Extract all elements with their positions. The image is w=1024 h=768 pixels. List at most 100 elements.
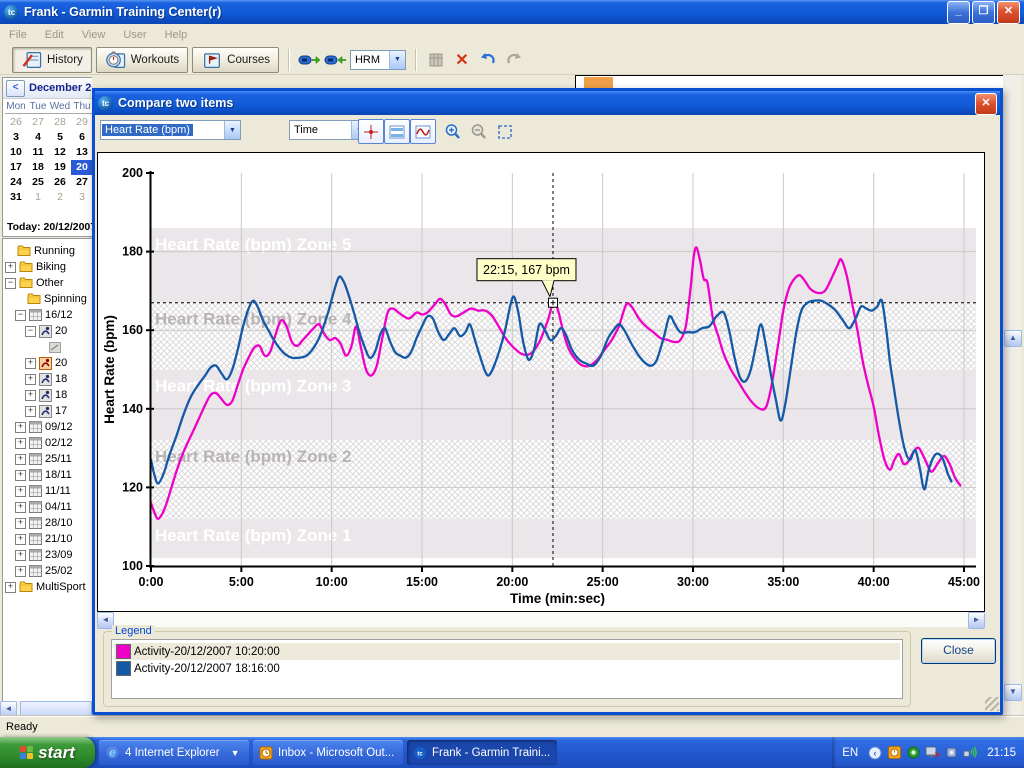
offline-monitor-icon[interactable]: ✕ <box>925 746 939 760</box>
tree-item-18-11[interactable]: +18/11 <box>3 467 92 483</box>
restore-button[interactable]: ❐ <box>972 1 995 24</box>
calendar-day-cell[interactable]: 3 <box>5 130 27 145</box>
calendar-day-cell[interactable]: 13 <box>71 145 92 160</box>
tree-item-16-12[interactable]: −16/12 <box>3 307 92 323</box>
tree-item-spinning[interactable]: Spinning <box>3 291 92 307</box>
expand-icon[interactable]: + <box>15 534 26 545</box>
scroll-up-icon[interactable]: ▲ <box>1004 330 1022 347</box>
expand-icon[interactable]: + <box>15 422 26 433</box>
calendar-day-cell[interactable]: 1 <box>27 190 49 205</box>
expand-icon[interactable]: + <box>25 374 36 385</box>
receive-from-device-button[interactable] <box>324 49 346 71</box>
tree-item-20[interactable]: +20 <box>3 355 92 371</box>
courses-button[interactable]: Courses <box>192 47 279 73</box>
tree-item-04-11[interactable]: +04/11 <box>3 499 92 515</box>
calendar-day-cell[interactable]: 25 <box>27 175 49 190</box>
menu-item-help[interactable]: Help <box>156 27 197 43</box>
crosshair-toggle-button[interactable] <box>358 119 384 144</box>
calendar-day-cell[interactable]: 3 <box>71 190 92 205</box>
calendar-prev-button[interactable]: < <box>6 80 25 97</box>
send-to-device-button[interactable] <box>298 49 320 71</box>
collapse-icon[interactable]: − <box>25 326 36 337</box>
zoom-in-button[interactable] <box>440 119 466 144</box>
expand-icon[interactable]: + <box>5 582 16 593</box>
hide-icons-icon[interactable]: ‹ <box>868 746 882 760</box>
tree-item-18[interactable]: +18 <box>3 371 92 387</box>
task-button-gtc[interactable]: tcFrank - Garmin Traini... <box>407 740 557 765</box>
expand-icon[interactable]: + <box>25 390 36 401</box>
tree-item-21-10[interactable]: +21/10 <box>3 531 92 547</box>
expand-icon[interactable]: + <box>15 518 26 529</box>
zoom-reset-button[interactable] <box>492 119 518 144</box>
gtc-tray-icon[interactable] <box>906 746 920 760</box>
calendar-day-cell[interactable]: 4 <box>27 130 49 145</box>
close-button[interactable]: ✕ <box>997 1 1020 24</box>
tree-item-25-11[interactable]: +25/11 <box>3 451 92 467</box>
tree-item-biking[interactable]: +Biking <box>3 259 92 275</box>
expand-icon[interactable]: + <box>15 470 26 481</box>
calendar-day-cell[interactable]: 31 <box>5 190 27 205</box>
calendar-day-cell[interactable]: 28 <box>49 115 71 130</box>
tree-item-multisport[interactable]: +MultiSport <box>3 579 92 595</box>
calendar-day-cell[interactable]: 29 <box>71 115 92 130</box>
calendar-day-cell[interactable]: 27 <box>71 175 92 190</box>
calendar-day-cell[interactable]: 19 <box>49 160 71 175</box>
calendar-day-cell[interactable]: 11 <box>27 145 49 160</box>
outlook-reminder-icon[interactable] <box>887 746 901 760</box>
collapse-icon[interactable]: − <box>15 310 26 321</box>
expand-icon[interactable]: + <box>15 502 26 513</box>
collapse-icon[interactable]: − <box>5 278 16 289</box>
task-button-outlook[interactable]: Inbox - Microsoft Out... <box>253 740 403 765</box>
expand-icon[interactable]: + <box>15 438 26 449</box>
tree-item-25-02[interactable]: +25/02 <box>3 563 92 579</box>
tree-item-09-12[interactable]: +09/12 <box>3 419 92 435</box>
tree-item[interactable] <box>3 339 92 355</box>
calendar-day-cell[interactable]: 17 <box>5 160 27 175</box>
legend-item[interactable]: Activity-20/12/2007 18:16:00 <box>114 660 900 677</box>
tree-item-28-10[interactable]: +28/10 <box>3 515 92 531</box>
expand-icon[interactable]: + <box>5 262 16 273</box>
language-indicator[interactable]: EN <box>842 747 858 759</box>
field-dropdown[interactable]: Heart Rate (bpm) ▼ <box>100 120 241 140</box>
tree-item-17[interactable]: +17 <box>3 403 92 419</box>
menu-item-edit[interactable]: Edit <box>36 27 73 43</box>
start-button[interactable]: start <box>0 737 95 768</box>
dialog-close-icon[interactable]: ✕ <box>975 93 997 115</box>
expand-icon[interactable]: + <box>15 550 26 561</box>
expand-icon[interactable]: + <box>15 486 26 497</box>
scroll-right-icon[interactable]: ► <box>968 612 985 629</box>
main-vertical-scrollbar[interactable]: ▲ ▼ <box>1003 75 1021 716</box>
scroll-left-icon[interactable]: ◄ <box>0 701 17 716</box>
tree-item-11-11[interactable]: +11/11 <box>3 483 92 499</box>
tree-item-02-12[interactable]: +02/12 <box>3 435 92 451</box>
calendar-day-cell[interactable]: 26 <box>49 175 71 190</box>
history-button[interactable]: History <box>12 47 92 73</box>
chart-horizontal-scrollbar[interactable]: ◄ ► <box>97 612 985 627</box>
tree-item-other[interactable]: −Other <box>3 275 92 291</box>
calendar-day-cell[interactable]: 18 <box>27 160 49 175</box>
calendar-day-cell[interactable]: 24 <box>5 175 27 190</box>
calendar-day-cell[interactable]: 12 <box>49 145 71 160</box>
x-axis-dropdown[interactable]: Time ▼ <box>289 120 368 140</box>
close-dialog-button[interactable]: Close <box>921 638 996 664</box>
expand-icon[interactable]: + <box>15 566 26 577</box>
calendar-day-cell[interactable]: 27 <box>27 115 49 130</box>
device-dropdown[interactable]: HRM ▼ <box>350 50 406 70</box>
minimize-button[interactable]: _ <box>947 1 970 24</box>
tree-item-23-09[interactable]: +23/09 <box>3 547 92 563</box>
scrollbar-thumb[interactable] <box>20 701 92 716</box>
workouts-button[interactable]: Workouts <box>96 47 188 73</box>
calendar-day-cell[interactable]: 2 <box>49 190 71 205</box>
calendar-day-cell[interactable]: 26 <box>5 115 27 130</box>
tree-item-20[interactable]: −20 <box>3 323 92 339</box>
menu-item-user[interactable]: User <box>114 27 155 43</box>
group-chevron-icon[interactable]: ▼ <box>231 748 240 758</box>
menu-item-view[interactable]: View <box>73 27 115 43</box>
legend-item[interactable]: Activity-20/12/2007 10:20:00 <box>114 643 900 660</box>
expand-icon[interactable]: + <box>25 358 36 369</box>
calendar-day-cell[interactable]: 20 <box>71 160 92 175</box>
device-icon[interactable] <box>944 746 958 760</box>
expand-icon[interactable]: + <box>25 406 36 417</box>
calendar-today-label[interactable]: Today: 20/12/2007 <box>7 221 92 233</box>
calendar-day-cell[interactable]: 5 <box>49 130 71 145</box>
